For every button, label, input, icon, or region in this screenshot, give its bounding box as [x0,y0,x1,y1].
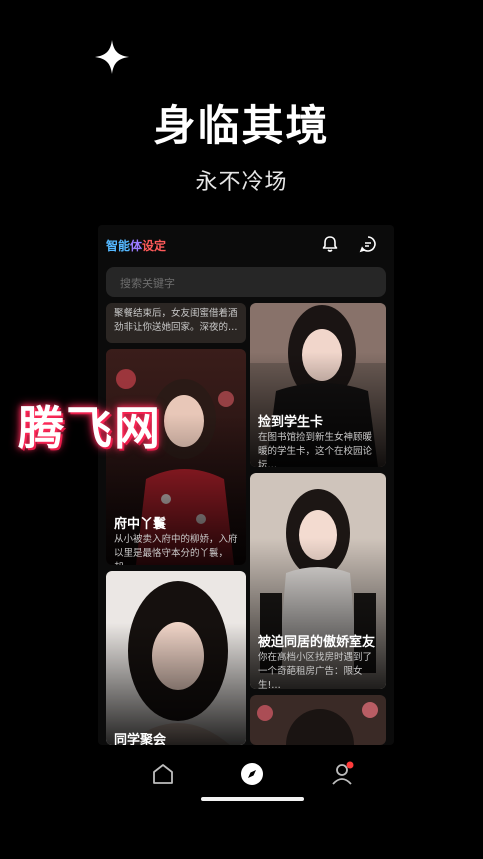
card-shade [106,623,246,745]
brand-part-2: 体 [130,239,143,253]
notification-dot [346,761,354,769]
card-desc: 从小被卖入府中的柳娇，入府以里是最恪守本分的丫鬟，却… [114,534,238,565]
character-card[interactable]: 同学聚会 [106,571,246,745]
card-desc: 聚餐结束后，女友闺蜜借着酒劲非让你送她回家。深夜的… [114,308,238,333]
chat-bubble-icon[interactable] [358,234,378,254]
card-title: 捡到学生卡 [258,415,324,430]
home-indicator [201,797,304,801]
compass-icon[interactable] [239,761,265,787]
watermark-text: 腾飞网 [18,401,162,455]
card-title: 府中丫鬟 [114,517,167,532]
sparkle-icon [95,40,129,74]
profile-icon[interactable] [330,761,356,787]
character-card[interactable]: 聚餐结束后，女友闺蜜借着酒劲非让你送她回家。深夜的… [106,303,246,343]
character-card[interactable]: 捡到学生卡 在图书馆捡到新生女神顾暖暖的学生卡，这个在校园论坛… [250,303,386,467]
bottom-nav [98,745,394,805]
hero-subline: 永不冷场 [195,170,288,195]
card-desc: 在图书馆捡到新生女神顾暖暖的学生卡，这个在校园论坛… [258,432,373,467]
brand-part-3: 设定 [142,239,167,253]
brand-part-1: 智能 [106,239,131,253]
app-header: 智能体设定 [98,225,394,265]
card-desc: 你在高档小区找房时遇到了一个奇葩租房广告：限女生!… [258,652,373,689]
character-card[interactable]: 被迫同居的傲娇室友 你在高档小区找房时遇到了一个奇葩租房广告：限女生!… [250,473,386,689]
home-icon[interactable] [150,761,176,787]
card-title: 同学聚会 [114,733,167,745]
search-input[interactable]: 搜索关键字 [106,267,386,297]
hero-headline: 身临其境 [153,101,330,150]
character-card[interactable] [250,695,386,745]
card-title: 被迫同居的傲娇室友 [258,635,376,650]
app-brand: 智能体设定 [106,237,166,254]
app-screen: 智能体设定 搜索关键字 聚餐结束后，女友闺蜜借着酒劲非让你送她回家。深夜的… 府… [98,225,394,745]
bell-icon[interactable] [320,234,340,254]
search-placeholder: 搜索关键字 [120,277,175,290]
card-image [250,695,386,745]
